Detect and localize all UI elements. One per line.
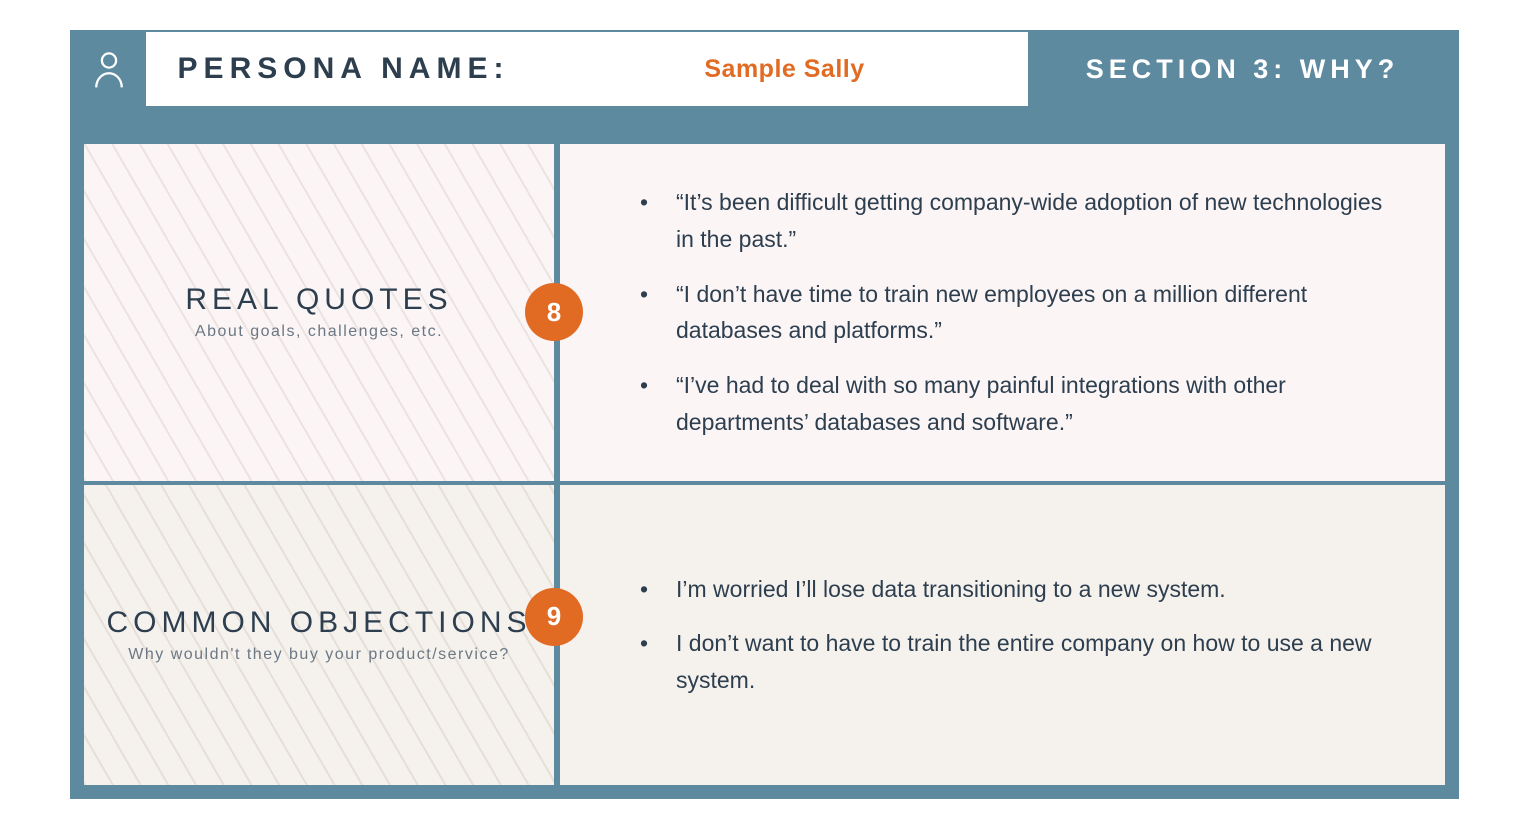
row-content-pane: I’m worried I’ll lose data transitioning… xyxy=(560,485,1445,785)
row-content-pane: “It’s been difficult getting company-wid… xyxy=(560,144,1445,481)
list-item: I don’t want to have to train the entire… xyxy=(640,625,1389,699)
step-badge: 9 xyxy=(527,590,581,644)
row-common-objections: COMMON OBJECTIONS Why wouldn't they buy … xyxy=(84,481,1445,785)
persona-name-field: PERSONA NAME: Sample Sally xyxy=(146,32,1028,106)
row-heading-pane: REAL QUOTES About goals, challenges, etc… xyxy=(84,144,560,481)
person-icon-cell xyxy=(72,32,146,106)
list-item: “It’s been difficult getting company-wid… xyxy=(640,184,1389,258)
step-badge: 8 xyxy=(527,285,581,339)
section-title: SECTION 3: WHY? xyxy=(1028,32,1457,106)
header-row: PERSONA NAME: Sample Sally SECTION 3: WH… xyxy=(72,32,1457,106)
persona-name-value: Sample Sally xyxy=(541,55,1028,84)
row-title: COMMON OBJECTIONS xyxy=(88,606,549,640)
persona-card: PERSONA NAME: Sample Sally SECTION 3: WH… xyxy=(70,30,1459,799)
list-item: I’m worried I’ll lose data transitioning… xyxy=(640,571,1389,608)
row-heading-pane: COMMON OBJECTIONS Why wouldn't they buy … xyxy=(84,485,560,785)
row-subtitle: About goals, challenges, etc. xyxy=(177,323,461,341)
list-item: “I’ve had to deal with so many painful i… xyxy=(640,367,1389,441)
row-title: REAL QUOTES xyxy=(167,283,470,317)
row-subtitle: Why wouldn't they buy your product/servi… xyxy=(110,646,527,664)
persona-name-label: PERSONA NAME: xyxy=(146,52,541,86)
content-rows: REAL QUOTES About goals, challenges, etc… xyxy=(84,144,1445,785)
list-item: “I don’t have time to train new employee… xyxy=(640,276,1389,350)
row-real-quotes: REAL QUOTES About goals, challenges, etc… xyxy=(84,144,1445,481)
person-icon xyxy=(92,49,126,89)
